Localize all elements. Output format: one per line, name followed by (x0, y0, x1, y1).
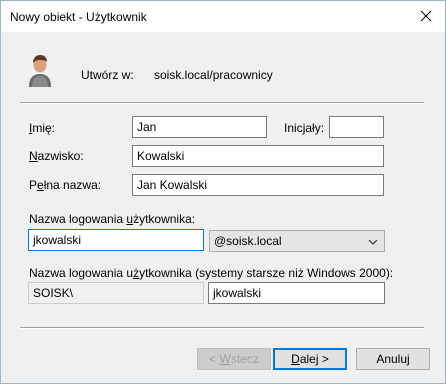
full-name-label: Pełna nazwa: (29, 178, 102, 192)
create-in-label: Utwórz w: (81, 68, 134, 82)
separator (20, 327, 424, 329)
new-user-dialog: Nowy obiekt - Użytkownik Utwórz w: soisk… (0, 0, 446, 384)
logon-name-field[interactable]: jkowalski (28, 229, 204, 251)
user-icon (27, 54, 53, 88)
chevron-down-icon (368, 235, 378, 251)
back-button[interactable]: < Wstecz (197, 348, 271, 370)
logon-name-label: Nazwa logowania użytkownika: (29, 212, 196, 226)
domain-dropdown-value: @soisk.local (214, 234, 282, 248)
domain-dropdown[interactable]: @soisk.local (209, 230, 385, 252)
window-title: Nowy obiekt - Użytkownik (10, 10, 147, 24)
last-name-field[interactable]: Kowalski (132, 145, 384, 167)
legacy-logon-field[interactable]: jkowalski (208, 282, 385, 304)
legacy-domain-field: SOISK\ (28, 282, 204, 304)
first-name-field[interactable]: Jan (132, 116, 267, 138)
dialog-body: Utwórz w: soisk.local/pracownicy Imię: J… (1, 32, 445, 383)
legacy-logon-label: Nazwa logowania użytkownika (systemy sta… (29, 266, 394, 280)
full-name-field[interactable]: Jan Kowalski (132, 174, 384, 196)
create-in-path: soisk.local/pracownicy (154, 68, 273, 82)
initials-label: Inicjały: (284, 121, 325, 135)
separator (20, 102, 424, 104)
cancel-button[interactable]: Anuluj (356, 348, 430, 370)
first-name-label: Imię: (29, 121, 56, 135)
close-icon[interactable] (415, 5, 437, 27)
initials-field[interactable] (329, 116, 384, 138)
last-name-label: Nazwisko: (29, 149, 84, 163)
title-bar: Nowy obiekt - Użytkownik (1, 1, 445, 32)
next-button[interactable]: Dalej > (273, 348, 347, 370)
